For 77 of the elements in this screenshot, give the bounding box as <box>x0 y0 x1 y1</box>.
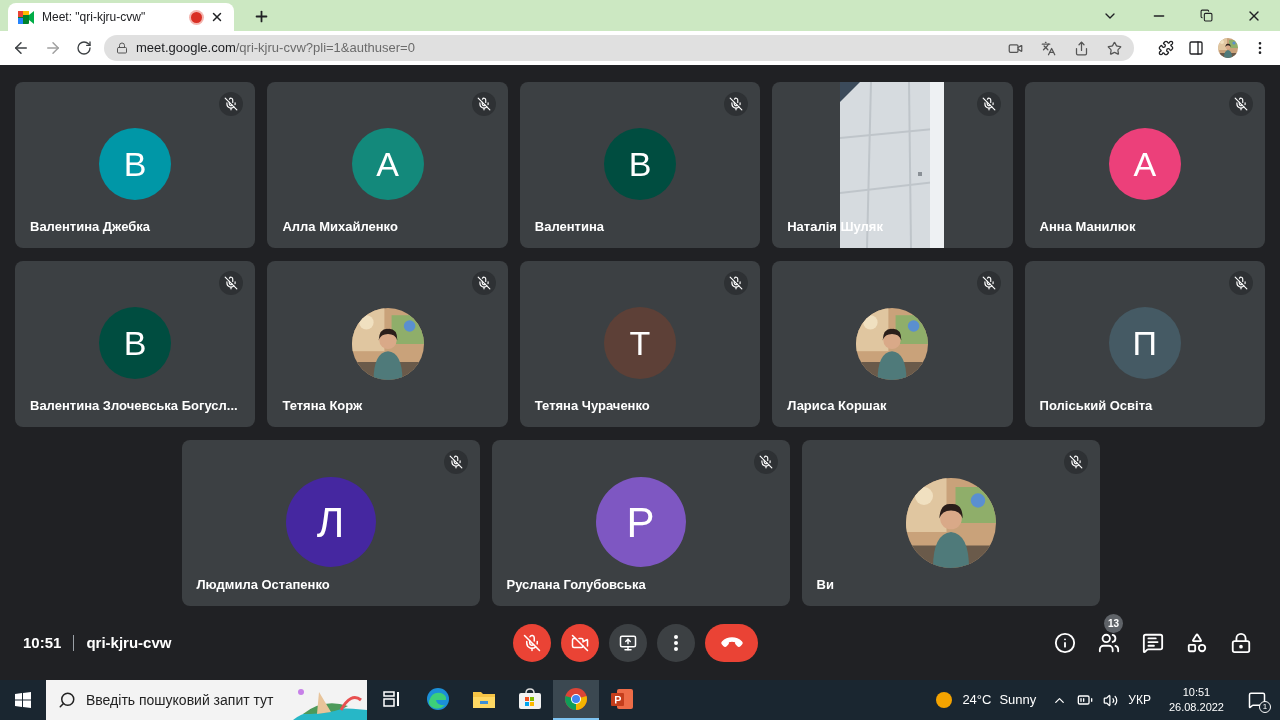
camera-button[interactable] <box>561 624 599 662</box>
avatar-initial: Л <box>285 477 376 567</box>
avatar-initial: Р <box>595 477 686 567</box>
browser-tab[interactable]: Meet: "qri-kjru-cvw" <box>8 3 234 31</box>
meet-logo-icon <box>18 10 34 24</box>
chat-icon[interactable] <box>1142 632 1164 654</box>
keyboard-language[interactable]: УКР <box>1128 691 1151 709</box>
search-icon <box>58 691 76 709</box>
host-controls-icon[interactable] <box>1230 632 1252 654</box>
participant-name: Алла Михайленко <box>282 217 398 236</box>
bookmark-star-icon[interactable] <box>1107 40 1122 56</box>
avatar-initial: В <box>99 128 172 200</box>
participant-name: Валентина Злочевська Богусл... <box>30 396 238 415</box>
participant-name: Лариса Коршак <box>787 396 887 415</box>
translate-icon[interactable] <box>1041 40 1056 56</box>
address-bar[interactable]: meet.google.com/qri-kjru-cvw?pli=1&authuser=0 <box>104 35 1134 61</box>
present-button[interactable] <box>609 624 647 662</box>
share-icon[interactable] <box>1074 40 1089 56</box>
participant-name: Валентина Джебка <box>30 217 150 236</box>
participant-name: Людмила Остапенко <box>196 575 330 594</box>
participant-name: Руслана Голубовська <box>506 575 646 594</box>
volume-icon[interactable] <box>1103 692 1119 708</box>
edge-browser-icon <box>426 687 450 711</box>
avatar-initial: А <box>351 128 424 200</box>
participant-name: Тетяна Корж <box>282 396 363 415</box>
meeting-time: 10:51 <box>23 632 62 653</box>
task-view-icon <box>383 691 401 707</box>
lock-icon <box>116 42 128 54</box>
new-tab-icon[interactable] <box>253 8 270 25</box>
chrome-icon <box>564 687 588 711</box>
participant-name: Наталія Шуляк <box>787 217 883 236</box>
avatar-initial: П <box>1108 307 1181 379</box>
participant-name: Тетяна Чураченко <box>534 396 650 415</box>
weather-sun-icon <box>936 692 953 708</box>
present-screen-icon <box>619 634 637 652</box>
battery-icon[interactable] <box>1077 692 1094 708</box>
windows-start-icon[interactable] <box>15 692 31 708</box>
meeting-code: qri-kjru-cvw <box>86 632 172 653</box>
forward-icon[interactable] <box>44 39 62 57</box>
participant-name: Поліський Освіта <box>1039 396 1153 415</box>
avatar-initial: А <box>1108 128 1181 200</box>
microphone-button[interactable] <box>513 624 551 662</box>
side-panel-icon[interactable] <box>1188 40 1204 56</box>
more-icon <box>674 635 678 651</box>
extensions-icon[interactable] <box>1158 40 1174 56</box>
reload-icon[interactable] <box>76 40 92 56</box>
avatar-initial: Т <box>604 307 676 379</box>
temperature: 24°C <box>962 691 992 710</box>
people-icon[interactable] <box>1098 632 1120 654</box>
taskbar-search-field[interactable]: Введіть пошуковий запит тут <box>46 680 367 720</box>
participant-name: Валентина <box>534 217 605 236</box>
participant-count-badge: 13 <box>1104 614 1124 633</box>
back-icon[interactable] <box>12 39 30 57</box>
participant-name: Анна Манилюк <box>1039 217 1136 236</box>
notifications-icon[interactable] <box>1248 691 1266 709</box>
profile-avatar[interactable] <box>1218 38 1238 58</box>
camera-off-icon <box>571 634 589 652</box>
folder-icon <box>472 689 496 709</box>
tab-title: Meet: "qri-kjru-cvw" <box>42 9 147 26</box>
url-path: /qri-kjru-cvw?pli=1&authuser=0 <box>235 39 415 58</box>
info-icon[interactable] <box>1054 632 1076 654</box>
avatar-initial: В <box>604 128 676 200</box>
weather-condition: Sunny <box>999 691 1037 710</box>
mic-off-icon <box>523 634 541 652</box>
close-icon[interactable] <box>210 10 224 24</box>
participant-name: Ви <box>816 575 834 594</box>
activities-icon[interactable] <box>1186 632 1208 654</box>
powerpoint-icon <box>610 687 634 711</box>
clock-time: 10:51 <box>1182 685 1211 700</box>
restore-icon[interactable] <box>1200 9 1213 22</box>
leave-call-button[interactable] <box>705 624 758 662</box>
clock-date: 26.08.2022 <box>1168 700 1224 715</box>
more-options-button[interactable] <box>657 624 695 662</box>
url-host: meet.google.com <box>136 39 236 58</box>
avatar-initial: В <box>99 307 172 379</box>
store-icon <box>518 688 542 710</box>
notification-count-badge: 1 <box>1259 701 1271 713</box>
